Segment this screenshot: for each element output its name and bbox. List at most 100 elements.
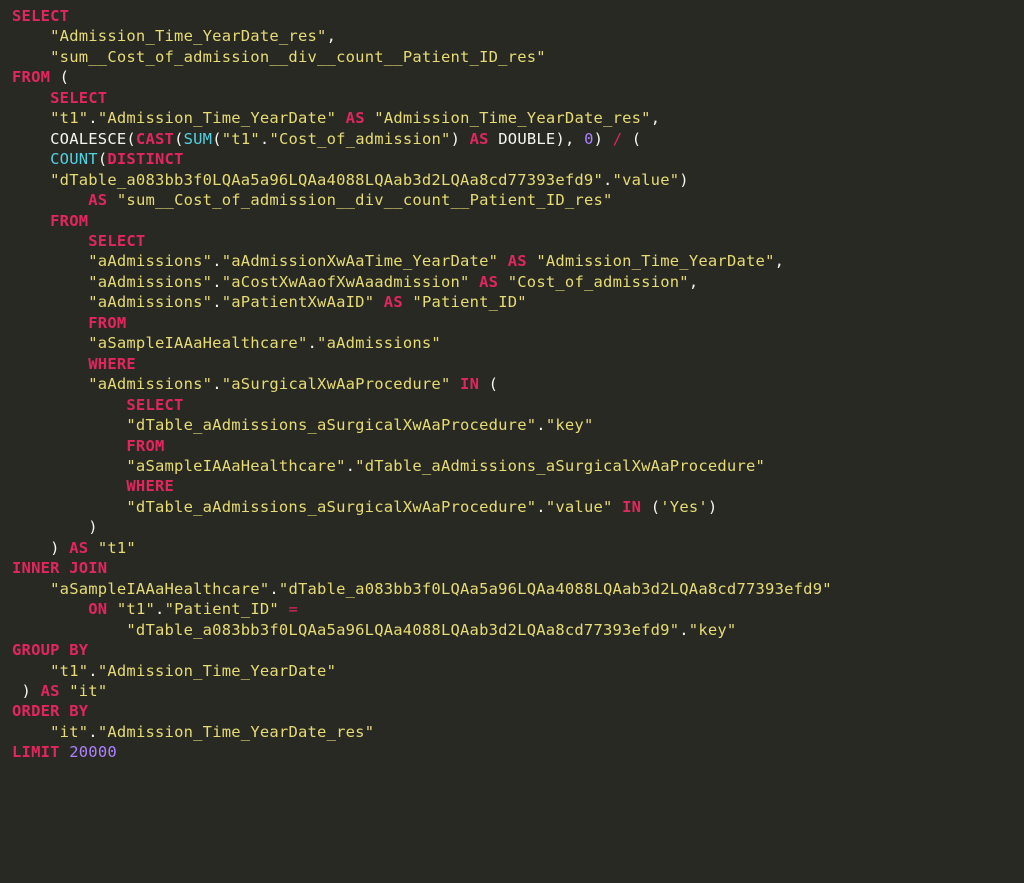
code-token-str: "dTable_a083bb3f0LQAa5a96LQAa4088LQAab3d… — [126, 621, 679, 639]
code-token-kw: LIMIT — [12, 743, 60, 761]
code-token-plain — [12, 171, 50, 189]
code-token-plain — [12, 396, 126, 414]
code-line: INNER JOIN — [12, 558, 1012, 578]
code-token-plain — [365, 109, 375, 127]
code-token-str: "sum__Cost_of_admission__div__count__Pat… — [50, 48, 546, 66]
code-token-str: "aAdmissions" — [88, 293, 212, 311]
code-token-kw: AS — [41, 682, 60, 700]
code-token-plain: ( — [98, 150, 108, 168]
code-token-kw: FROM — [126, 437, 164, 455]
code-line: "aSampleIAAaHealthcare"."dTable_aAdmissi… — [12, 456, 1012, 476]
code-token-plain — [451, 375, 461, 393]
code-token-plain — [12, 109, 50, 127]
code-line: LIMIT 20000 — [12, 742, 1012, 762]
code-line: SELECT — [12, 88, 1012, 108]
code-token-kw: AS — [384, 293, 403, 311]
code-line: COUNT(DISTINCT — [12, 149, 1012, 169]
code-token-plain — [498, 273, 508, 291]
code-token-str: "Cost_of_admission" — [269, 130, 450, 148]
code-token-plain: ) — [679, 171, 689, 189]
code-token-kw: INNER JOIN — [12, 559, 107, 577]
code-token-plain — [12, 621, 126, 639]
code-token-str: "Admission_Time_YearDate" — [98, 662, 336, 680]
code-token-str: "dTable_aAdmissions_aSurgicalXwAaProcedu… — [355, 457, 765, 475]
code-token-str: "aSurgicalXwAaProcedure" — [222, 375, 451, 393]
code-token-plain — [12, 662, 50, 680]
code-token-plain — [12, 355, 88, 373]
code-token-plain — [470, 273, 480, 291]
code-token-plain: ( — [50, 68, 69, 86]
code-token-plain: , — [327, 27, 337, 45]
code-line: FROM ( — [12, 67, 1012, 87]
code-token-plain: ) — [708, 498, 718, 516]
code-line: AS "sum__Cost_of_admission__div__count__… — [12, 190, 1012, 210]
code-line: ORDER BY — [12, 701, 1012, 721]
code-line: ) AS "t1" — [12, 538, 1012, 558]
code-token-plain: . — [88, 723, 98, 741]
code-token-kw: ON — [88, 600, 107, 618]
code-token-plain — [12, 191, 88, 209]
code-line: WHERE — [12, 476, 1012, 496]
code-token-str: "aAdmissions" — [88, 273, 212, 291]
code-token-str: "t1" — [222, 130, 260, 148]
code-token-plain: ( — [622, 130, 641, 148]
code-token-plain — [489, 130, 499, 148]
code-token-plain — [279, 600, 289, 618]
code-line: GROUP BY — [12, 640, 1012, 660]
code-line: SELECT — [12, 231, 1012, 251]
code-token-kw: SELECT — [88, 232, 145, 250]
code-token-plain: , — [775, 252, 785, 270]
code-line: SELECT — [12, 6, 1012, 26]
code-token-kw: IN — [622, 498, 641, 516]
code-token-plain — [12, 48, 50, 66]
code-token-plain — [374, 293, 384, 311]
code-token-plain — [12, 437, 126, 455]
code-token-str: "aPatientXwAaID" — [222, 293, 375, 311]
code-line: "dTable_aAdmissions_aSurgicalXwAaProcedu… — [12, 497, 1012, 517]
code-token-plain — [60, 743, 70, 761]
code-token-plain: . — [308, 334, 318, 352]
code-token-str: "aAdmissions" — [317, 334, 441, 352]
code-line: FROM — [12, 211, 1012, 231]
code-token-kw: CAST — [136, 130, 174, 148]
code-token-kw: AS — [470, 130, 489, 148]
code-token-plain — [12, 273, 88, 291]
code-token-plain — [107, 191, 117, 209]
code-token-plain: . — [212, 375, 222, 393]
sql-code-block: SELECT "Admission_Time_YearDate_res", "s… — [0, 0, 1024, 783]
code-token-plain — [12, 498, 126, 516]
code-token-kw: WHERE — [126, 477, 174, 495]
code-token-str: "aCostXwAaofXwAaadmission" — [222, 273, 470, 291]
code-token-plain: ) — [451, 130, 470, 148]
code-token-num: 20000 — [69, 743, 117, 761]
code-token-kw: GROUP BY — [12, 641, 88, 659]
code-token-str: "sum__Cost_of_admission__div__count__Pat… — [117, 191, 613, 209]
code-token-kw: SELECT — [12, 7, 69, 25]
code-token-plain — [12, 212, 50, 230]
code-token-plain — [12, 314, 88, 332]
code-token-kw: AS — [479, 273, 498, 291]
code-token-str: "key" — [546, 416, 594, 434]
code-token-plain: ) — [594, 130, 613, 148]
code-token-fn: COUNT — [50, 150, 98, 168]
code-token-str: "dTable_aAdmissions_aSurgicalXwAaProcedu… — [126, 416, 536, 434]
code-token-str: "Admission_Time_YearDate_res" — [50, 27, 326, 45]
code-line: "aAdmissions"."aSurgicalXwAaProcedure" I… — [12, 374, 1012, 394]
code-token-plain — [12, 600, 88, 618]
code-line: "dTable_a083bb3f0LQAa5a96LQAa4088LQAab3d… — [12, 620, 1012, 640]
code-token-num: 0 — [584, 130, 594, 148]
code-token-plain: . — [212, 252, 222, 270]
code-token-plain — [12, 723, 50, 741]
code-token-op: / — [613, 130, 623, 148]
code-line: "dTable_a083bb3f0LQAa5a96LQAa4088LQAab3d… — [12, 170, 1012, 190]
code-line: ) AS "it" — [12, 681, 1012, 701]
code-token-str: "key" — [689, 621, 737, 639]
code-token-plain — [12, 232, 88, 250]
code-token-plain: ( — [212, 130, 222, 148]
code-line: "aAdmissions"."aCostXwAaofXwAaadmission"… — [12, 272, 1012, 292]
code-token-plain — [12, 580, 50, 598]
code-token-plain — [12, 150, 50, 168]
code-token-plain — [12, 416, 126, 434]
code-token-kw: ORDER BY — [12, 702, 88, 720]
code-token-plain — [613, 498, 623, 516]
